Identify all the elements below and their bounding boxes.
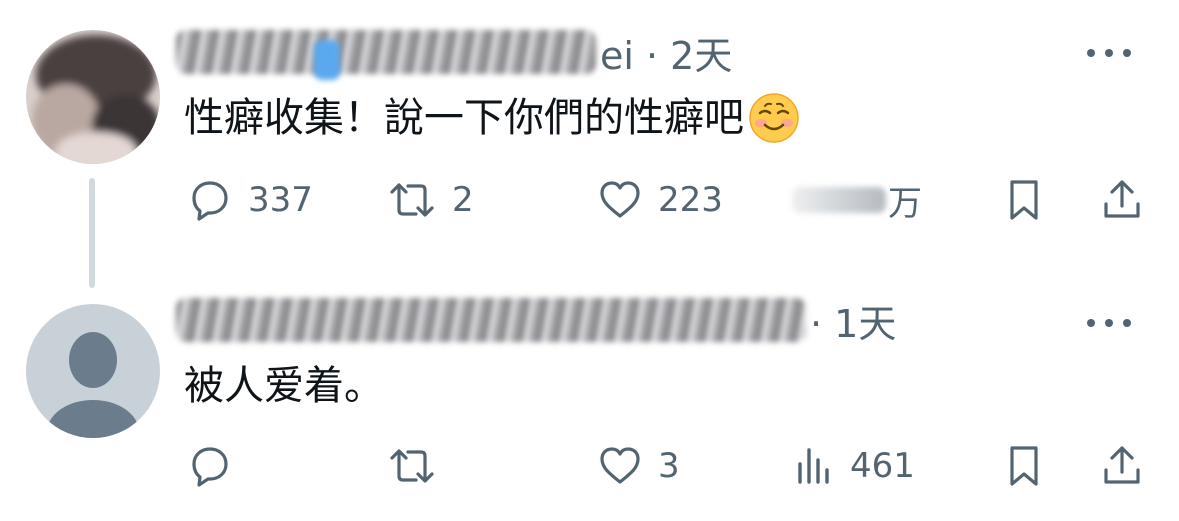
post-text: 性癖收集！說一下你們的性癖吧 <box>184 90 800 146</box>
analytics-icon <box>798 448 829 484</box>
action-bar: 337 2 223 万 <box>186 172 1146 228</box>
repost-button[interactable]: 2 <box>386 172 474 228</box>
action-bar: 3 461 <box>186 438 1146 494</box>
like-button[interactable]: 3 <box>596 438 680 494</box>
views-button[interactable]: 461 <box>792 438 915 494</box>
reply-icon <box>192 447 228 487</box>
bookmark-button[interactable] <box>1002 172 1046 228</box>
redacted-username <box>176 30 596 74</box>
default-avatar-icon <box>26 304 160 438</box>
repost-count: 2 <box>452 180 474 220</box>
bookmark-icon <box>1010 180 1038 220</box>
reply-icon <box>192 181 228 221</box>
like-count: 223 <box>658 180 723 220</box>
heart-icon <box>600 447 640 484</box>
share-button[interactable] <box>1098 172 1146 228</box>
avatar[interactable] <box>26 30 160 164</box>
redacted-username <box>176 298 806 342</box>
post-header: ei · 2天 <box>176 22 732 82</box>
reply-count: 337 <box>248 180 313 220</box>
views-suffix: 万 <box>888 183 922 224</box>
share-icon <box>1104 180 1140 218</box>
post-text-content: 性癖收集！說一下你們的性癖吧 <box>184 95 744 141</box>
avatar-image <box>26 30 160 164</box>
heart-icon <box>600 181 640 218</box>
views-button[interactable]: 万 <box>792 172 922 228</box>
repost-icon <box>390 449 434 483</box>
smiling-face-icon <box>749 93 799 143</box>
share-button[interactable] <box>1098 438 1146 494</box>
repost-icon <box>390 183 434 217</box>
more-icon[interactable] <box>1087 43 1131 63</box>
reply-button[interactable] <box>186 438 234 494</box>
like-button[interactable]: 223 <box>596 172 723 228</box>
repost-button[interactable] <box>386 438 438 494</box>
view-count: 461 <box>850 446 915 486</box>
redacted-view-count <box>792 187 886 213</box>
post-2[interactable]: · 1天 被人爱着。 3 461 <box>0 270 1179 521</box>
post-1[interactable]: ei · 2天 性癖收集！說一下你們的性癖吧 337 2 223 万 <box>0 0 1179 288</box>
post-header: · 1天 <box>176 290 896 350</box>
post-meta: ei · 2天 <box>600 33 733 78</box>
bookmark-button[interactable] <box>1002 438 1046 494</box>
share-icon <box>1104 446 1140 484</box>
post-text-content: 被人爱着。 <box>184 363 384 409</box>
reply-button[interactable]: 337 <box>186 172 313 228</box>
post-meta: · 1天 <box>810 301 897 346</box>
avatar[interactable] <box>26 304 160 438</box>
bookmark-icon <box>1010 446 1038 486</box>
verified-badge-redacted <box>314 40 340 80</box>
post-text: 被人爱着。 <box>184 358 384 414</box>
more-icon[interactable] <box>1087 313 1131 333</box>
like-count: 3 <box>658 446 680 486</box>
